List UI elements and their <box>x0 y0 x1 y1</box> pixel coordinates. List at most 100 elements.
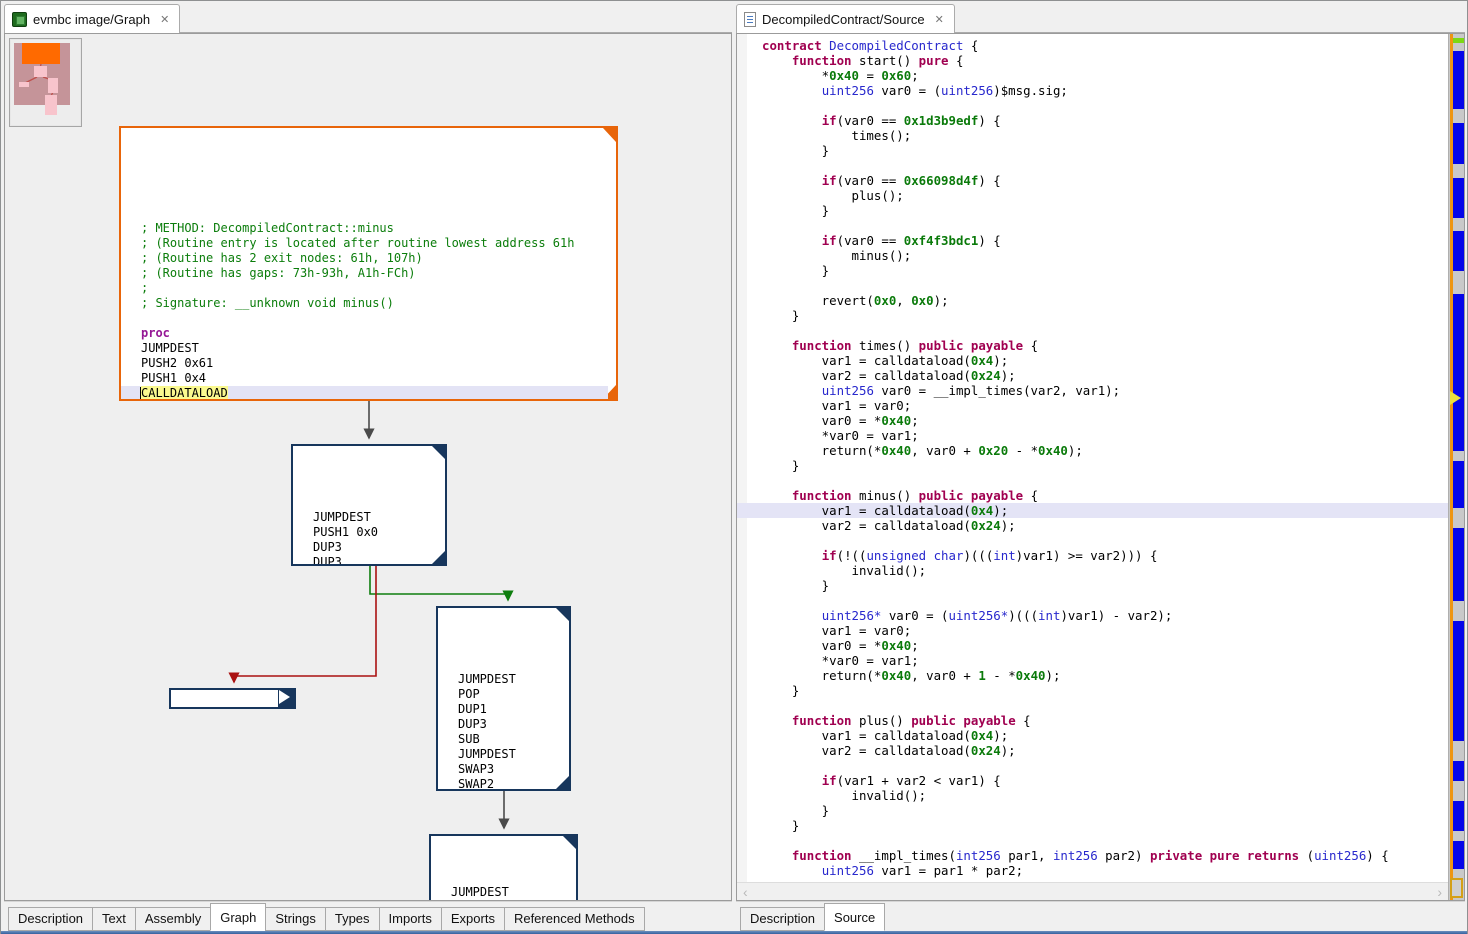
source-line[interactable]: uint256 var0 = __impl_times(var2, var1); <box>747 383 1448 398</box>
source-line[interactable]: function plus() public payable { <box>747 713 1448 728</box>
source-line[interactable]: if(var0 == 0x66098d4f) { <box>747 173 1448 188</box>
tab-decompiledcontract-source[interactable]: DecompiledContract/Source ✕ <box>736 4 955 33</box>
source-line[interactable]: var2 = calldataload(0x24); <box>747 743 1448 758</box>
source-line[interactable]: invalid(); <box>747 563 1448 578</box>
source-line[interactable]: *var0 = var1; <box>747 428 1448 443</box>
source-line[interactable]: minus(); <box>747 248 1448 263</box>
source-line[interactable]: invalid(); <box>747 788 1448 803</box>
asm-line[interactable] <box>121 311 616 326</box>
asm-line[interactable]: POP <box>438 687 569 702</box>
tab-description[interactable]: Description <box>740 907 825 931</box>
scroll-left-icon[interactable]: ‹ <box>743 884 748 900</box>
tab-strings[interactable]: Strings <box>265 907 325 931</box>
graph-node-entry[interactable]: ; METHOD: DecompiledContract::minus; (Ro… <box>119 126 618 401</box>
asm-line[interactable]: DUP3 <box>293 555 445 566</box>
asm-line[interactable]: JUMPDEST <box>293 510 445 525</box>
ruler-mark-blue[interactable] <box>1453 841 1464 869</box>
source-line[interactable]: if(var0 == 0x1d3b9edf) { <box>747 113 1448 128</box>
source-line[interactable]: *0x40 = 0x60; <box>747 68 1448 83</box>
source-line[interactable] <box>747 833 1448 848</box>
close-icon[interactable]: ✕ <box>931 13 944 26</box>
scroll-right-icon[interactable]: › <box>1437 884 1442 900</box>
source-line[interactable]: var1 = var0; <box>747 623 1448 638</box>
graph-minimap[interactable] <box>9 38 82 127</box>
asm-line[interactable]: CALLDATALOAD <box>121 386 608 401</box>
source-line[interactable]: } <box>747 263 1448 278</box>
ruler-viewport-box[interactable] <box>1450 878 1463 898</box>
source-line[interactable]: if(!((unsigned char)(((int)var1) >= var2… <box>747 548 1448 563</box>
overview-ruler[interactable] <box>1448 34 1464 900</box>
source-line[interactable]: times(); <box>747 128 1448 143</box>
source-line[interactable]: var1 = calldataload(0x4); <box>747 353 1448 368</box>
graph-canvas[interactable]: ; METHOD: DecompiledContract::minus; (Ro… <box>5 34 731 900</box>
ruler-mark-blue[interactable] <box>1453 294 1464 451</box>
source-line[interactable] <box>747 758 1448 773</box>
source-line[interactable]: } <box>747 308 1448 323</box>
source-line[interactable] <box>747 698 1448 713</box>
tab-text[interactable]: Text <box>92 907 136 931</box>
tab-source[interactable]: Source <box>824 903 885 931</box>
source-line[interactable]: if(var0 == 0xf4f3bdc1) { <box>747 233 1448 248</box>
ruler-mark-blue[interactable] <box>1453 528 1464 601</box>
source-line[interactable]: } <box>747 683 1448 698</box>
source-line[interactable]: function minus() public payable { <box>747 488 1448 503</box>
source-line[interactable]: var1 = calldataload(0x4); <box>747 728 1448 743</box>
ruler-mark-blue[interactable] <box>1453 461 1464 508</box>
source-line[interactable]: uint256 var0 = (uint256)$msg.sig; <box>747 83 1448 98</box>
ruler-mark-blue[interactable] <box>1453 178 1464 218</box>
source-line[interactable] <box>747 278 1448 293</box>
source-line[interactable]: } <box>747 143 1448 158</box>
ruler-mark-blue[interactable] <box>1453 801 1464 831</box>
source-editor[interactable]: contract DecompiledContract { function s… <box>737 34 1448 882</box>
asm-line[interactable]: ; (Routine entry is located after routin… <box>121 236 616 251</box>
ruler-mark-blue[interactable] <box>1453 123 1464 164</box>
ruler-mark-blue[interactable] <box>1453 51 1464 109</box>
source-line[interactable]: uint256 var1 = par1 * par2; <box>747 863 1448 878</box>
asm-line[interactable]: proc <box>121 326 616 341</box>
source-line[interactable]: plus(); <box>747 188 1448 203</box>
asm-line[interactable]: PUSH2 0x61 <box>121 356 616 371</box>
source-line[interactable]: return(*0x40, var0 + 1 - *0x40); <box>747 668 1448 683</box>
source-code[interactable]: contract DecompiledContract { function s… <box>747 38 1448 878</box>
tab-description[interactable]: Description <box>8 907 93 931</box>
ruler-mark-blue[interactable] <box>1453 231 1464 271</box>
source-line[interactable]: var2 = calldataload(0x24); <box>747 518 1448 533</box>
asm-line[interactable]: JUMPDEST <box>438 672 569 687</box>
source-line[interactable]: } <box>747 203 1448 218</box>
asm-line[interactable]: PUSH1 0x4 <box>121 371 616 386</box>
source-line[interactable]: var0 = *0x40; <box>747 638 1448 653</box>
source-line[interactable]: function __impl_times(int256 par1, int25… <box>747 848 1448 863</box>
source-line[interactable]: contract DecompiledContract { <box>747 38 1448 53</box>
asm-line[interactable]: ; (Routine has gaps: 73h-93h, A1h-FCh) <box>121 266 616 281</box>
graph-node-sub[interactable]: JUMPDESTPOPDUP1DUP3SUBJUMPDESTSWAP3SWAP2… <box>436 606 571 791</box>
asm-line[interactable]: SWAP3 <box>438 762 569 777</box>
asm-line[interactable]: SUB <box>438 732 569 747</box>
source-line[interactable] <box>747 218 1448 233</box>
ruler-mark-blue[interactable] <box>1453 621 1464 741</box>
ruler-mark-blue[interactable] <box>1453 761 1464 781</box>
tab-graph[interactable]: Graph <box>210 903 266 931</box>
asm-line[interactable]: DUP3 <box>293 540 445 555</box>
asm-line[interactable]: SWAP2 <box>438 777 569 791</box>
source-line[interactable]: var1 = var0; <box>747 398 1448 413</box>
source-line[interactable] <box>747 533 1448 548</box>
source-line[interactable]: var1 = calldataload(0x4); <box>737 503 1448 518</box>
asm-line[interactable]: PUSH1 0x0 <box>293 525 445 540</box>
asm-line[interactable]: JUMPDEST <box>438 747 569 762</box>
asm-line[interactable]: ; (Routine has 2 exit nodes: 61h, 107h) <box>121 251 616 266</box>
horizontal-scrollbar[interactable]: ‹ › <box>737 882 1448 900</box>
source-line[interactable]: return(*0x40, var0 + 0x20 - *0x40); <box>747 443 1448 458</box>
ruler-current-line-arrow-icon[interactable] <box>1450 391 1461 405</box>
close-icon[interactable]: ✕ <box>156 13 169 26</box>
asm-line[interactable]: ; METHOD: DecompiledContract::minus <box>121 221 616 236</box>
source-line[interactable]: function start() pure { <box>747 53 1448 68</box>
asm-line[interactable]: DUP1 <box>438 702 569 717</box>
asm-line[interactable]: JUMPDEST <box>431 885 576 900</box>
graph-node-return[interactable]: JUMPDESTPUSH1 0x40MLOADSWAP1DUP2 <box>429 834 578 901</box>
source-line[interactable]: } <box>747 578 1448 593</box>
tab-evmbc-image-graph[interactable]: evmbc image/Graph ✕ <box>4 4 180 33</box>
tab-imports[interactable]: Imports <box>379 907 442 931</box>
source-line[interactable]: } <box>747 818 1448 833</box>
asm-line[interactable]: ; <box>121 281 616 296</box>
source-line[interactable]: function times() public payable { <box>747 338 1448 353</box>
